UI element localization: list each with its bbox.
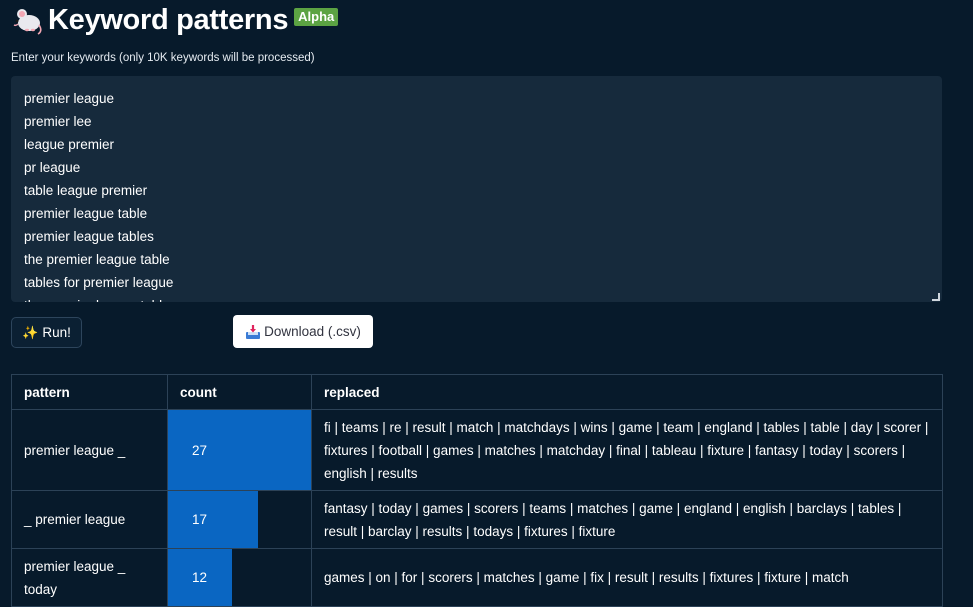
inbox-tray-icon <box>246 324 261 339</box>
table-row: premier league _ today 12 games | on | f… <box>11 548 943 607</box>
keyword-line: tables for premier league <box>24 275 174 290</box>
keyword-line: premier lee <box>24 114 92 129</box>
keyword-line: premier league table <box>24 206 148 221</box>
replaced-cell: fantasy | today | games | scorers | team… <box>311 490 943 549</box>
table-row: premier league _ 27 fi | teams | re | re… <box>11 409 943 491</box>
patterns-table: pattern count replaced premier league _ … <box>11 374 943 607</box>
table-row: _ premier league 17 fantasy | today | ga… <box>11 490 943 549</box>
column-header-count[interactable]: count <box>167 374 312 410</box>
download-csv-button[interactable]: Download (.csv) <box>233 315 373 348</box>
pattern-cell: _ premier league <box>11 490 168 549</box>
page-title: Keyword patterns <box>48 3 289 36</box>
count-value: 17 <box>192 512 208 527</box>
keyword-line: premier league tables <box>24 229 154 244</box>
pattern-cell: premier league _ <box>11 409 168 491</box>
count-cell: 27 <box>167 409 312 491</box>
keyword-line: table league premier <box>24 183 148 198</box>
app-page: Keyword patterns Alpha Enter your keywor… <box>0 0 973 607</box>
table-header-row: pattern count replaced <box>11 374 943 410</box>
download-button-label: Download (.csv) <box>264 324 361 339</box>
count-cell: 17 <box>167 490 312 549</box>
keyword-lines: premier league premier lee league premie… <box>11 76 942 302</box>
keyword-line: the premier league table <box>24 252 170 267</box>
keyword-line: the premier league tables <box>24 294 942 302</box>
replaced-cell: games | on | for | scorers | matches | g… <box>311 548 943 607</box>
count-cell: 12 <box>167 548 312 607</box>
page-header: Keyword patterns Alpha <box>10 2 339 38</box>
run-button-label: Run! <box>42 325 71 340</box>
keywords-label: Enter your keywords (only 10K keywords w… <box>11 52 315 64</box>
replaced-cell: fi | teams | re | result | match | match… <box>311 409 943 491</box>
run-button[interactable]: ✨ Run! <box>11 317 82 348</box>
keyword-line: premier league <box>24 91 115 106</box>
sparkles-icon: ✨ <box>22 324 39 340</box>
pattern-cell: premier league _ today <box>11 548 168 607</box>
alpha-badge: Alpha <box>294 8 339 26</box>
column-header-pattern[interactable]: pattern <box>11 374 168 410</box>
resize-handle[interactable] <box>932 293 940 301</box>
keyword-line: league premier <box>24 137 115 152</box>
count-value: 12 <box>192 570 208 585</box>
column-header-replaced[interactable]: replaced <box>311 374 943 410</box>
count-value: 27 <box>192 442 208 458</box>
keyword-line: pr league <box>24 160 81 175</box>
keywords-textarea[interactable]: premier league premier lee league premie… <box>11 76 942 302</box>
mouse-icon <box>13 9 42 35</box>
